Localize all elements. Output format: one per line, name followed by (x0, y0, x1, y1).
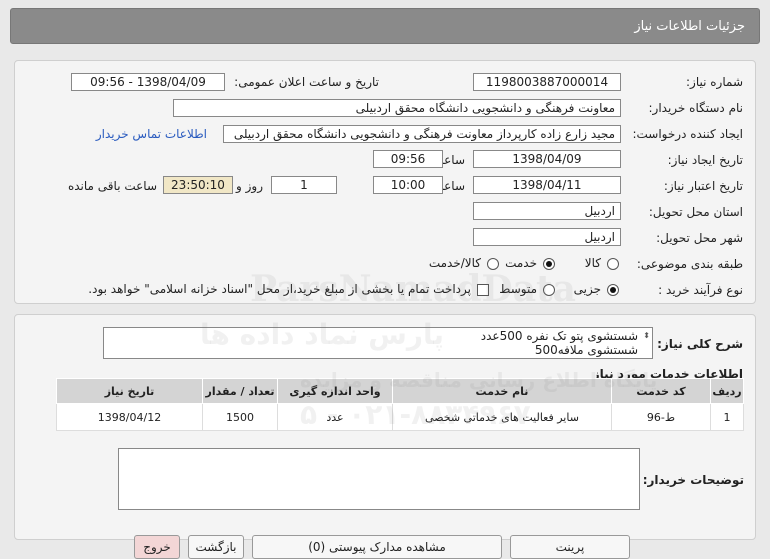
need-number-label: شماره نیاز: (686, 75, 743, 89)
col-row: ردیف (710, 378, 744, 404)
process-option-medium: متوسط (499, 282, 537, 296)
cell-name: سایر فعالیت های خدماتی شخصی (392, 403, 612, 431)
category-option-goods: کالا (584, 256, 601, 270)
category-radio-goods-service[interactable] (487, 258, 499, 270)
treasury-payment-note: پرداخت تمام یا بخشی از مبلغ خرید،از محل … (88, 282, 471, 296)
treasury-payment-checkbox[interactable] (477, 284, 489, 296)
remaining-label: ساعت باقی مانده (67, 179, 157, 193)
buyer-notes-field[interactable] (118, 448, 640, 510)
category-option-service: خدمت (505, 256, 537, 270)
page-header: جزئیات اطلاعات نیاز (10, 8, 760, 44)
cell-row: 1 (710, 403, 744, 431)
process-radio-minor[interactable] (607, 284, 619, 296)
cell-unit: عدد (277, 403, 393, 431)
buyer-org-label: نام دستگاه خریدار: (648, 101, 744, 115)
days-field: 1 (271, 176, 337, 194)
requester-field: مجید زارع زاده کارپرداز معاونت فرهنگی و … (223, 125, 621, 143)
col-unit: واحد اندازه گیری (277, 378, 393, 404)
table-row: 1 ط-96 سایر فعالیت های خدماتی شخصی عدد 1… (56, 403, 744, 431)
valid-date-field: 1398/04/11 (473, 176, 621, 194)
category-label: طبقه بندی موضوعی: (636, 257, 743, 271)
col-date: تاریخ نیاز (56, 378, 203, 404)
buyer-notes-label: توضیحات خریدار: (642, 473, 744, 487)
process-label: نوع فرآیند خرید : (658, 283, 743, 297)
description-line-2: شستشوی ملافه500 (534, 343, 638, 357)
created-date-label: تاریخ ایجاد نیاز: (667, 153, 743, 167)
province-field: اردبیل (473, 202, 621, 220)
exit-button[interactable]: خروج (134, 535, 180, 559)
cell-code: ط-96 (611, 403, 711, 431)
back-button[interactable]: بازگشت (188, 535, 244, 559)
buyer-org-field: معاونت فرهنگی و دانشجویی دانشگاه محقق ار… (173, 99, 621, 117)
description-textarea[interactable]: شستشوی پتو تک نفره 500عدد شستشوی ملافه50… (103, 327, 653, 359)
services-table: ردیف کد خدمت نام خدمت واحد اندازه گیری ت… (56, 378, 744, 431)
description-label: شرح کلی نیاز: (657, 337, 743, 351)
category-radio-goods[interactable] (607, 258, 619, 270)
col-qty: تعداد / مقدار (202, 378, 278, 404)
city-field: اردبیل (473, 228, 621, 246)
need-number-field: 1198003887000014 (473, 73, 621, 91)
description-line-1: شستشوی پتو تک نفره 500عدد (480, 329, 638, 343)
print-button[interactable]: پرینت (510, 535, 630, 559)
col-name: نام خدمت (392, 378, 612, 404)
requester-label: ایجاد کننده درخواست: (632, 127, 743, 141)
valid-date-label: تاریخ اعتبار نیاز: (663, 179, 743, 193)
category-option-goods-service: کالا/خدمت (428, 256, 481, 270)
announce-label: تاریخ و ساعت اعلان عمومی: (234, 75, 379, 89)
scroll-arrows-icon[interactable]: ⬍ (643, 329, 650, 343)
city-label: شهر محل تحویل: (656, 231, 743, 245)
process-radio-medium[interactable] (543, 284, 555, 296)
need-info-panel: شماره نیاز: 1198003887000014 تاریخ و ساع… (14, 60, 756, 304)
process-option-minor: جزیی (573, 282, 601, 296)
services-header-row: ردیف کد خدمت نام خدمت واحد اندازه گیری ت… (56, 378, 744, 404)
category-radio-service[interactable] (543, 258, 555, 270)
view-attachments-button[interactable]: مشاهده مدارک پیوستی (0) (252, 535, 502, 559)
created-date-field: 1398/04/09 (473, 150, 621, 168)
announce-field: 1398/04/09 - 09:56 (71, 73, 225, 91)
cell-qty: 1500 (202, 403, 278, 431)
countdown-field: 23:50:10 (163, 176, 233, 194)
valid-time-field: 10:00 (373, 176, 443, 194)
cell-date: 1398/04/12 (56, 403, 203, 431)
created-time-field: 09:56 (373, 150, 443, 168)
contact-buyer-link[interactable]: اطلاعات تماس خریدار (96, 127, 207, 141)
days-label: روز و (236, 179, 263, 193)
page-title: جزئیات اطلاعات نیاز (634, 19, 745, 34)
province-label: استان محل تحویل: (648, 205, 743, 219)
col-code: کد خدمت (611, 378, 711, 404)
